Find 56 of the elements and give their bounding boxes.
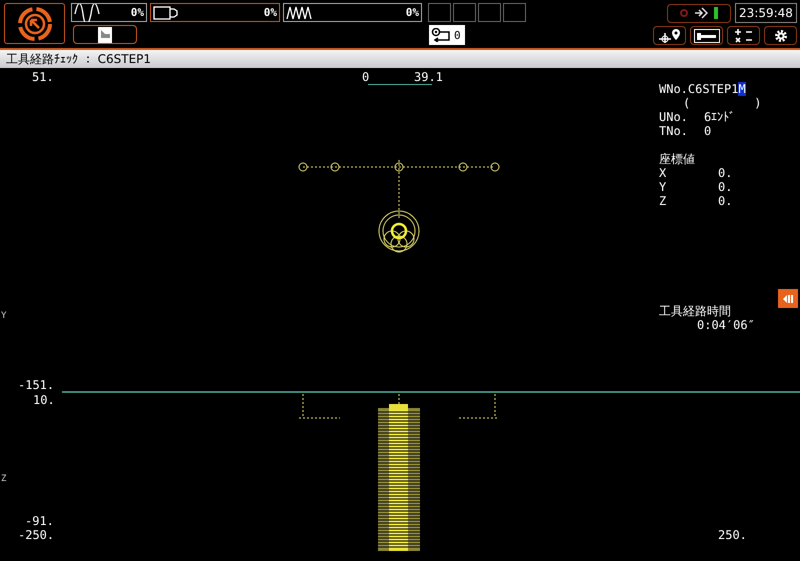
axis-pin-icon [658, 28, 682, 44]
scale-end: 39.1 [414, 70, 443, 84]
settings-icon [774, 28, 788, 42]
axis-label: Z [659, 194, 668, 208]
program-number: WNo.C6STEP1 [659, 82, 738, 96]
screen-title: 工具経路ﾁｪｯｸ ： C6STEP1 [6, 50, 152, 68]
empty-slot [428, 3, 451, 22]
sine-wave-icon [74, 4, 100, 22]
tool-value: 0 [704, 124, 712, 138]
empty-slot [453, 3, 476, 22]
collapse-arrow-icon [782, 292, 794, 304]
axis-label: Y [1, 310, 6, 323]
scale-value: -91. [25, 514, 54, 528]
scale-value: 51. [32, 70, 54, 84]
scale-value: -151. [18, 378, 54, 392]
gauge-reading: 0% [264, 6, 277, 19]
settings-button[interactable] [764, 26, 797, 45]
level-bar-icon [714, 7, 718, 19]
comment-close: ) [754, 96, 762, 110]
path-time-heading: 工具経路時間 [659, 304, 732, 318]
scale-value: 250. [718, 528, 747, 542]
wrench-icon [694, 28, 720, 42]
empty-slot [478, 3, 501, 22]
coordinate-value: 0. [718, 194, 732, 208]
scale-start: 0 [362, 70, 370, 84]
axis-label: Y [659, 180, 668, 194]
wrench-button[interactable] [690, 26, 723, 45]
axis-label: X [659, 166, 668, 180]
gauge-reading: 0% [130, 6, 144, 19]
scale-value: 10. [33, 393, 55, 407]
coordinate-value: 0. [718, 180, 732, 194]
tool-holder-icon [153, 4, 179, 22]
math-operators-icon [734, 28, 754, 42]
clock: 23:59:48 [735, 3, 797, 23]
record-dot-icon [680, 9, 688, 17]
coordinates-heading: 座標値 [659, 152, 696, 166]
path-time-value: 0:04′06″ [696, 318, 755, 332]
unit-label: UNo. [659, 110, 689, 124]
home-button[interactable] [4, 3, 65, 44]
gauge-reading: 0% [406, 6, 419, 19]
loop-arrow-icon [431, 28, 451, 42]
calculator-button[interactable] [727, 26, 760, 45]
axis-label: Z [1, 473, 6, 486]
counter-value: 0 [454, 28, 461, 42]
arrow-in-icon [694, 7, 708, 19]
unit-value: 6ｴﾝﾄﾞ [704, 110, 736, 124]
empty-slot [503, 3, 526, 22]
scale-value: -250. [18, 528, 54, 542]
tool-label: TNo. [659, 124, 689, 138]
text-cursor: M [738, 82, 746, 96]
coordinate-value: 0. [718, 166, 732, 180]
mode-button[interactable] [73, 25, 137, 44]
machine-icon [98, 26, 112, 42]
coordinate-pin-button[interactable] [653, 26, 686, 45]
comment-open: ( [683, 96, 690, 110]
side-panel-tab[interactable] [778, 289, 798, 308]
